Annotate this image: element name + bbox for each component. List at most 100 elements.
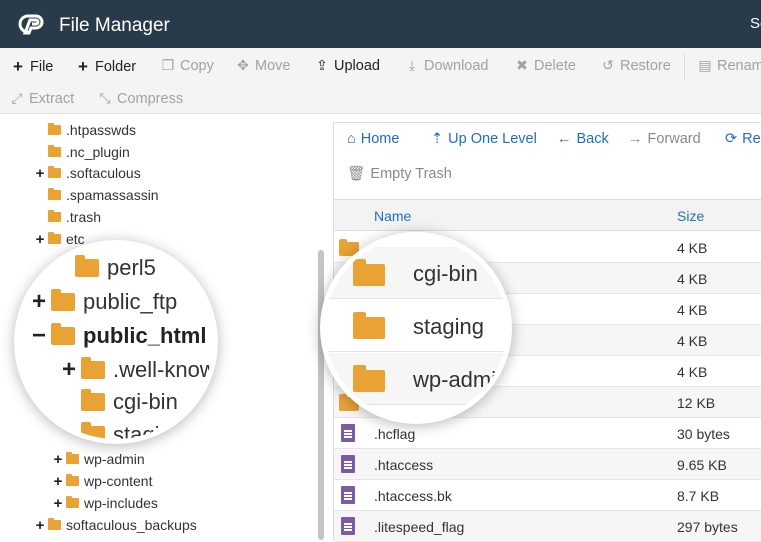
folder-icon xyxy=(66,452,79,464)
zoom-tree-item: perl5 xyxy=(55,255,156,281)
toolbar-label: Download xyxy=(424,57,489,74)
file-icon xyxy=(341,517,355,535)
expander[interactable]: + xyxy=(34,517,46,534)
tree-scrollbar[interactable] xyxy=(318,250,324,540)
tree-item[interactable]: .nc_plugin xyxy=(34,142,130,162)
tree-item[interactable]: + wp-includes xyxy=(52,493,158,513)
toolbar-label: Upload xyxy=(334,57,380,74)
tree-item[interactable]: + wp-content xyxy=(52,471,153,491)
tree-item[interactable]: .htpasswds xyxy=(34,120,136,140)
tree-item-label: softaculous_backups xyxy=(66,517,197,533)
tree-item[interactable]: .spamassassin xyxy=(34,185,159,205)
delete-button[interactable]: ✖ Delete xyxy=(515,57,576,74)
app-header: File Manager Se xyxy=(0,0,761,48)
reload-button[interactable]: ⟳ Re xyxy=(725,131,761,147)
expand-icon: ⤢ xyxy=(11,90,23,106)
plus-icon: + xyxy=(13,57,23,76)
tree-item[interactable]: + wp-admin xyxy=(52,449,145,469)
zoom-label: cgi-bin xyxy=(113,389,178,414)
download-button[interactable]: ⤓ Download xyxy=(405,57,489,74)
home-icon: ⌂ xyxy=(347,131,356,147)
home-button[interactable]: ⌂ Home xyxy=(347,131,399,147)
expander[interactable]: + xyxy=(52,451,64,468)
table-row[interactable]: .litespeed_flag 297 bytes xyxy=(334,511,761,542)
toolbar-divider xyxy=(684,54,685,80)
new-folder-button[interactable]: + Folder xyxy=(76,57,136,77)
compress-button[interactable]: ⤡ Compress xyxy=(98,90,183,107)
expander: + xyxy=(61,356,76,383)
zoom-tree-item: + public_ftp xyxy=(31,288,177,316)
toolbar-label: Folder xyxy=(95,59,137,75)
back-button[interactable]: ← Back xyxy=(557,131,609,147)
up-one-level-button[interactable]: ⇡ Up One Level xyxy=(431,131,537,147)
restore-button[interactable]: ↺ Restore xyxy=(601,57,671,74)
expander[interactable]: + xyxy=(34,231,46,248)
column-header-size[interactable]: Size xyxy=(677,208,704,224)
move-button[interactable]: ✥ Move xyxy=(236,57,290,74)
compress-icon: ⤡ xyxy=(99,90,111,106)
tree-item-label: wp-admin xyxy=(84,451,145,467)
nav-label: Re xyxy=(742,131,761,147)
cpanel-logo-icon xyxy=(18,14,44,35)
zoom-row: staging xyxy=(325,300,507,352)
table-row[interactable]: .htaccess 9.65 KB xyxy=(334,449,761,480)
toolbar-label: Copy xyxy=(180,57,214,74)
tree-item-label: .trash xyxy=(66,209,102,225)
row-size: 9.65 KB xyxy=(677,457,727,473)
nav-label: Empty Trash xyxy=(370,165,452,182)
zoom-label: public_ftp xyxy=(83,289,178,314)
column-header-name[interactable]: Name xyxy=(374,208,411,224)
row-name: .hcflag xyxy=(374,426,416,442)
upload-icon: ⇪ xyxy=(316,57,328,73)
zoom-callout-tree: perl5 + public_ftp − public_html + .well… xyxy=(14,240,218,444)
zoom-callout-files: cgi-bin staging wp-admi xyxy=(320,232,512,424)
zoom-label: public_html xyxy=(83,323,207,348)
zoom-label: cgi-bin xyxy=(413,261,478,286)
nav-label: Back xyxy=(576,131,609,147)
reload-icon: ⟳ xyxy=(725,131,738,147)
row-name: .htaccess.bk xyxy=(374,488,452,504)
file-icon xyxy=(341,486,355,504)
folder-icon xyxy=(48,145,61,157)
tree-item-label: .spamassassin xyxy=(66,187,159,203)
toolbar-label: Delete xyxy=(534,57,576,74)
folder-icon xyxy=(48,166,61,178)
tree-item[interactable]: + etc xyxy=(34,229,85,249)
level-up-icon: ⇡ xyxy=(431,131,444,147)
user-menu[interactable]: Se xyxy=(750,15,761,32)
tree-item-label: wp-includes xyxy=(84,495,158,511)
app-title: File Manager xyxy=(59,15,170,36)
expander: + xyxy=(31,288,46,315)
zoom-label: wp-admi xyxy=(413,367,497,392)
zoom-row: wp-admi xyxy=(325,353,507,405)
tree-item[interactable]: .trash xyxy=(34,207,101,227)
row-size: 12 KB xyxy=(677,395,716,411)
table-row[interactable]: .htaccess.bk 8.7 KB xyxy=(334,480,761,511)
expander[interactable]: + xyxy=(52,473,64,490)
x-icon: ✖ xyxy=(516,57,528,73)
row-size: 4 KB xyxy=(677,333,708,349)
tree-item[interactable]: + .softaculous xyxy=(34,163,141,183)
table-row[interactable]: .hcflag 30 bytes xyxy=(334,418,761,449)
folder-icon xyxy=(48,123,61,135)
copy-button[interactable]: ❐ Copy xyxy=(161,57,214,74)
folder-icon xyxy=(353,312,385,339)
new-file-button[interactable]: + File xyxy=(11,57,53,77)
rename-button[interactable]: ▤ Renam xyxy=(698,57,761,74)
zoom-tree-item: + .well-know xyxy=(61,356,213,384)
expander[interactable]: + xyxy=(52,495,64,512)
expander[interactable]: + xyxy=(34,165,46,182)
empty-trash-button[interactable]: 🗑 Empty Trash xyxy=(347,165,452,183)
upload-button[interactable]: ⇪ Upload xyxy=(315,57,380,74)
folder-icon xyxy=(48,188,61,200)
forward-button[interactable]: → Forward xyxy=(628,131,701,147)
row-size: 4 KB xyxy=(677,302,708,318)
arrow-left-icon: ← xyxy=(557,131,572,147)
folder-icon xyxy=(48,518,61,530)
row-size: 30 bytes xyxy=(677,426,730,442)
tree-item[interactable]: + softaculous_backups xyxy=(34,515,197,535)
folder-icon xyxy=(353,259,385,286)
extract-button[interactable]: ⤢ Extract xyxy=(10,90,74,107)
zoom-label: perl5 xyxy=(107,255,156,280)
nav-label: Forward xyxy=(647,131,701,147)
